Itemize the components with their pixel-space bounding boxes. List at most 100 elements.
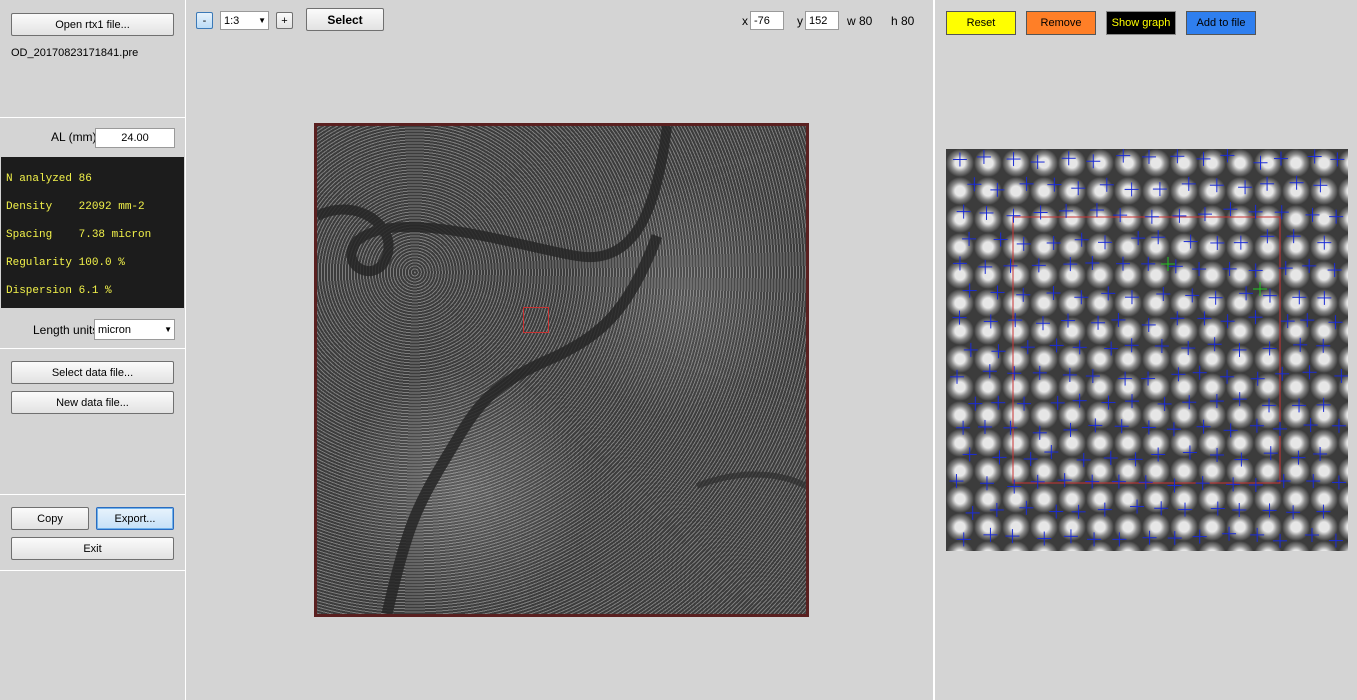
cone-marker xyxy=(1031,258,1046,273)
cone-marker xyxy=(1030,155,1045,170)
cone-marker xyxy=(1275,366,1290,381)
cone-marker xyxy=(1089,203,1104,218)
cone-marker xyxy=(1181,341,1196,356)
length-units-label: Length units xyxy=(33,323,99,337)
y-input[interactable]: 152 xyxy=(805,11,839,30)
export-button[interactable]: Export... xyxy=(96,507,174,530)
cone-marker xyxy=(1196,151,1211,166)
cone-marker xyxy=(1116,149,1131,163)
copy-button[interactable]: Copy xyxy=(11,507,89,530)
vessel-overlay xyxy=(317,126,806,614)
left-panel xyxy=(0,0,186,700)
cone-marker xyxy=(1063,257,1078,272)
cone-marker xyxy=(1072,340,1087,355)
cone-marker xyxy=(1128,452,1143,467)
zoom-in-button[interactable]: + xyxy=(276,12,293,29)
cone-marker xyxy=(1220,149,1235,163)
zoom-select[interactable]: 1:3 ▼ xyxy=(220,11,269,30)
cone-marker xyxy=(1232,502,1247,517)
chevron-down-icon: ▼ xyxy=(258,16,266,25)
cone-marker xyxy=(1046,286,1061,301)
cone-marker xyxy=(1250,527,1265,542)
w-label: w 80 xyxy=(847,14,873,28)
cone-marker xyxy=(982,364,997,379)
cone-marker xyxy=(1209,394,1224,409)
cone-marker xyxy=(1007,479,1022,494)
open-rtx1-button[interactable]: Open rtx1 file... xyxy=(11,13,174,36)
stat-regularity: Regularity 100.0 % xyxy=(6,257,125,269)
cone-marker xyxy=(1138,475,1153,490)
cone-marker xyxy=(1071,504,1086,519)
cone-marker xyxy=(1232,392,1247,407)
cone-marker xyxy=(1210,235,1225,250)
cone-marker xyxy=(1099,177,1114,192)
select-data-file-button[interactable]: Select data file... xyxy=(11,361,174,384)
cone-marker xyxy=(1273,533,1288,548)
cone-marker xyxy=(950,369,965,384)
cone-marker xyxy=(1300,313,1315,328)
cone-marker xyxy=(1111,312,1126,327)
cone-marker xyxy=(1306,474,1321,489)
cone-marker xyxy=(1192,365,1207,380)
cone-marker xyxy=(979,205,994,220)
cone-marker xyxy=(1114,419,1129,434)
cone-marker xyxy=(1131,231,1146,246)
cone-marker xyxy=(1141,317,1156,332)
cone-marker xyxy=(1195,476,1210,491)
cone-marker xyxy=(952,152,967,167)
cone-marker xyxy=(1232,342,1247,357)
cone-marker xyxy=(1167,531,1182,546)
retina-image[interactable] xyxy=(314,123,809,617)
roi-box[interactable] xyxy=(523,307,549,333)
cone-marker xyxy=(1044,445,1059,460)
cone-marker xyxy=(1250,371,1265,386)
cone-marker xyxy=(1003,258,1018,273)
cone-marker xyxy=(1262,398,1277,413)
cone-marker xyxy=(1234,452,1249,467)
cone-marker xyxy=(1071,181,1086,196)
cone-marker xyxy=(1007,366,1022,381)
y-label: y xyxy=(797,14,803,28)
cone-marker xyxy=(1063,529,1078,544)
stat-n-analyzed: N analyzed 86 xyxy=(6,173,92,185)
cone-marker xyxy=(1019,176,1034,191)
exit-button[interactable]: Exit xyxy=(11,537,174,560)
cone-marker xyxy=(1124,338,1139,353)
x-input[interactable]: -76 xyxy=(750,11,784,30)
cone-marker xyxy=(977,419,992,434)
cone-marker xyxy=(1005,529,1020,544)
select-button[interactable]: Select xyxy=(306,8,384,31)
cone-marker xyxy=(1124,394,1139,409)
length-units-select[interactable]: micron ▼ xyxy=(94,319,175,340)
cone-marker xyxy=(1289,175,1304,190)
remove-button[interactable]: Remove xyxy=(1026,11,1096,35)
length-units-value: micron xyxy=(98,323,132,336)
zoomed-cone-image[interactable] xyxy=(946,149,1348,551)
zoom-out-button[interactable]: - xyxy=(196,12,213,29)
divider xyxy=(0,494,185,495)
cone-marker xyxy=(1226,477,1241,492)
cone-marker xyxy=(1111,474,1126,489)
new-data-file-button[interactable]: New data file... xyxy=(11,391,174,414)
add-to-file-button[interactable]: Add to file xyxy=(1186,11,1256,35)
cone-marker xyxy=(1152,182,1167,197)
cone-marker xyxy=(1046,235,1061,250)
reset-button[interactable]: Reset xyxy=(946,11,1016,35)
cone-marker xyxy=(1154,339,1169,354)
cone-marker xyxy=(1327,263,1342,278)
cone-marker xyxy=(1307,149,1322,164)
cone-marker xyxy=(1260,229,1275,244)
cone-marker xyxy=(1061,313,1076,328)
cone-marker xyxy=(1020,340,1035,355)
show-graph-button[interactable]: Show graph xyxy=(1106,11,1176,35)
al-label: AL (mm) xyxy=(51,130,97,144)
cone-marker xyxy=(1248,477,1263,492)
cone-marker xyxy=(1076,452,1091,467)
al-input[interactable]: 24.00 xyxy=(95,128,175,148)
cone-marker xyxy=(1032,365,1047,380)
cone-marker xyxy=(1182,445,1197,460)
cone-marker xyxy=(1157,396,1172,411)
cone-marker xyxy=(1097,502,1112,517)
cone-marker xyxy=(965,505,980,520)
cone-marker xyxy=(1037,531,1052,546)
